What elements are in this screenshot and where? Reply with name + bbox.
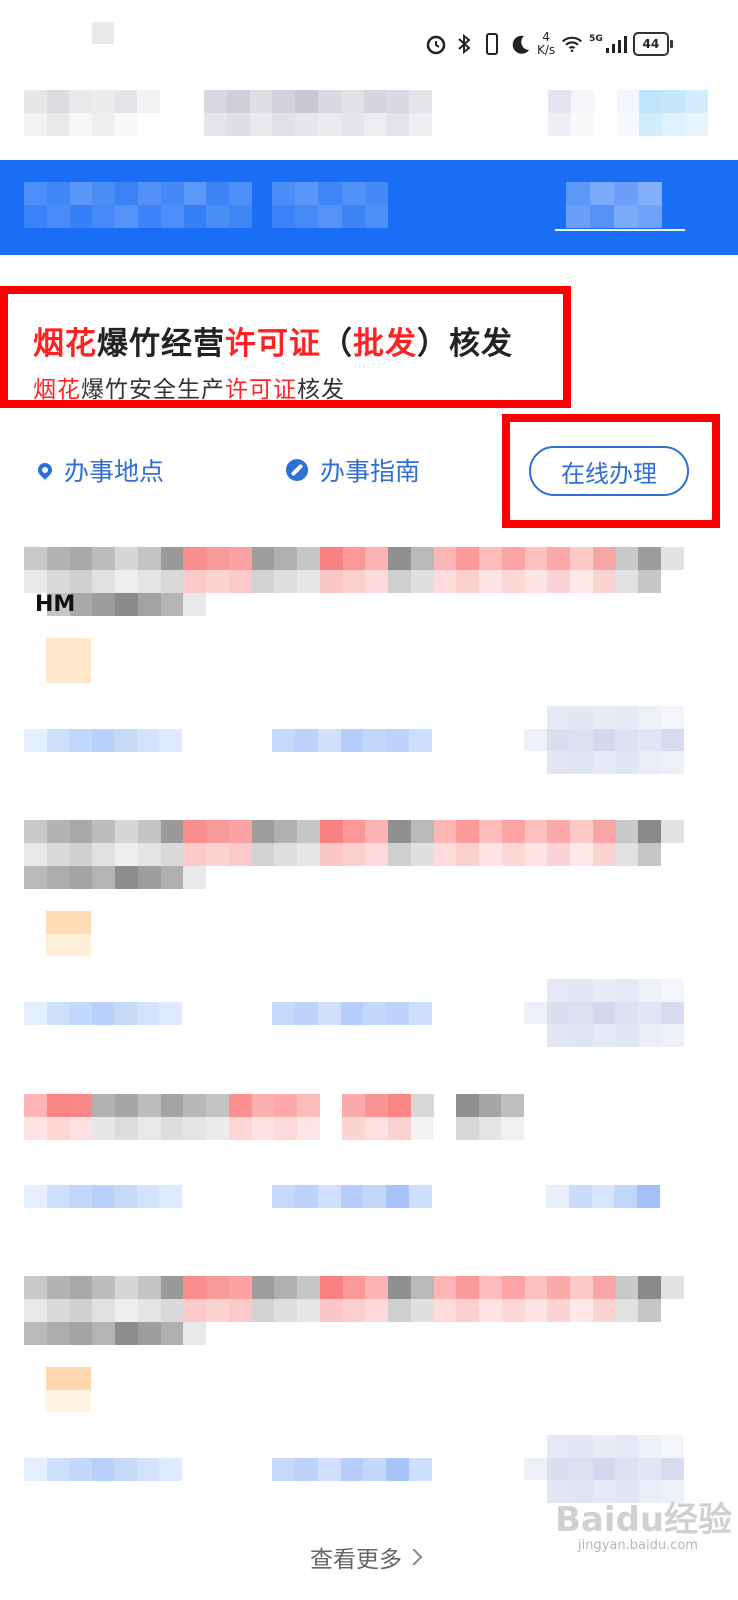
blurred-item-link-2 — [272, 729, 432, 752]
compass-icon — [286, 459, 308, 481]
blurred-item-title-part — [342, 1094, 434, 1140]
baidu-watermark-url: jingyan.baidu.com — [578, 1538, 698, 1553]
blurred-item-meta — [24, 866, 206, 889]
signal-icon — [605, 31, 627, 57]
service-subtitle: 烟花爆竹安全生产许可证核发 — [33, 370, 345, 404]
banner-underline — [555, 229, 685, 231]
title-keyword: 许可证 — [225, 326, 321, 362]
title-text: （ — [321, 326, 353, 362]
location-link[interactable]: 办事地点 — [35, 452, 165, 488]
location-pin-icon — [35, 460, 55, 480]
blurred-item-tag — [46, 1367, 91, 1412]
blurred-item-link-1 — [24, 1185, 182, 1208]
wifi-icon — [561, 31, 583, 57]
blurred-item-link-1 — [24, 729, 182, 752]
battery-indicator: 44 — [632, 32, 673, 56]
alarm-icon — [425, 31, 447, 57]
subtitle-keyword: 许可证 — [225, 377, 297, 403]
title-keyword: 批发 — [353, 326, 417, 362]
partial-visible-text: HM — [35, 592, 76, 617]
subtitle-text: 核发 — [297, 377, 345, 403]
chevron-right-icon — [405, 1548, 423, 1566]
title-text: 爆竹经营 — [97, 326, 225, 362]
blurred-item-link-1 — [24, 1458, 182, 1481]
bluetooth-icon — [453, 31, 475, 57]
blurred-header-right — [548, 90, 708, 136]
blurred-item-title — [24, 1276, 684, 1322]
guide-label: 办事指南 — [320, 457, 421, 486]
blurred-status-item — [92, 22, 114, 44]
blurred-header-left — [24, 90, 160, 136]
title-keyword: 烟花 — [33, 326, 97, 362]
blurred-item-title — [24, 547, 684, 593]
blurred-banner — [0, 160, 738, 255]
status-bar: 4 K/s 5G 44 — [0, 0, 738, 80]
subtitle-text: 爆竹安全生产 — [81, 377, 225, 403]
blurred-banner-text-2 — [272, 182, 388, 228]
blurred-header-center — [204, 90, 432, 136]
service-title[interactable]: 烟花爆竹经营许可证（批发）核发 — [33, 318, 513, 363]
network-speed: 4 K/s — [537, 31, 555, 57]
status-icons: 4 K/s 5G 44 — [425, 24, 673, 64]
blurred-item-meta — [24, 1322, 206, 1345]
blurred-item-tag — [46, 638, 91, 683]
blurred-banner-button — [566, 182, 662, 228]
blurred-item-title-part — [456, 1094, 524, 1140]
speed-unit: K/s — [537, 43, 556, 57]
guide-link[interactable]: 办事指南 — [286, 452, 420, 488]
blurred-item-link-2 — [272, 1458, 432, 1481]
blurred-banner-text-1 — [24, 182, 252, 228]
blurred-item-link-2 — [272, 1185, 432, 1208]
blurred-item-tag — [46, 911, 91, 956]
network-type: 5G — [589, 34, 603, 44]
vibrate-icon — [481, 31, 503, 57]
blurred-item-link-3 — [524, 979, 684, 1047]
baidu-watermark: Baidu经验 — [555, 1500, 733, 1540]
view-more-label: 查看更多 — [310, 1547, 402, 1573]
blurred-item-title — [24, 820, 684, 866]
blurred-item-link-2 — [272, 1002, 432, 1025]
blurred-item-link-3 — [546, 1185, 660, 1208]
subtitle-keyword: 烟花 — [33, 377, 81, 403]
title-text: ）核发 — [417, 326, 513, 362]
blurred-item-link-1 — [24, 1002, 182, 1025]
view-more-link[interactable]: 查看更多 — [310, 1540, 423, 1574]
location-label: 办事地点 — [64, 457, 165, 486]
online-apply-button[interactable]: 在线办理 — [529, 446, 689, 496]
moon-icon — [509, 31, 531, 57]
blurred-item-title — [24, 1094, 320, 1140]
blurred-item-link-3 — [524, 706, 684, 774]
